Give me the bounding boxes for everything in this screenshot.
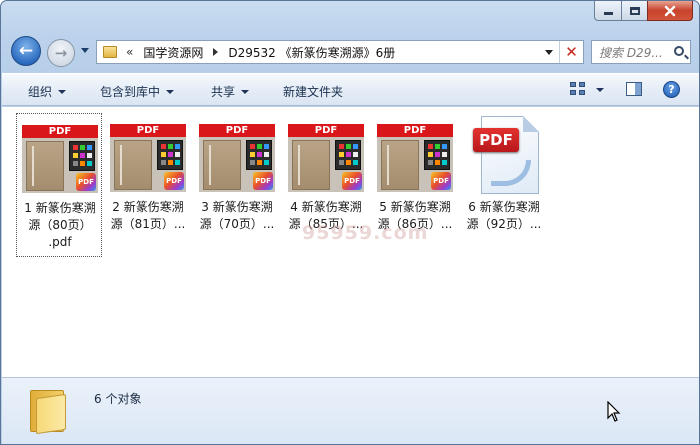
change-view-icon[interactable] [570, 82, 586, 96]
folder-icon [103, 46, 117, 58]
file-item[interactable]: PDF PDF 3 新篆伤寒溯 源（70页）... [194, 113, 280, 257]
file-name-line: 源（92页）... [466, 217, 542, 231]
pdf-thumbnail: PDF PDF [22, 125, 98, 193]
color-chart-image [424, 140, 450, 170]
command-toolbar: 组织 包含到库中 共享 新建文件夹 ? [2, 73, 699, 106]
pdf-file-icon: PDF [473, 116, 539, 196]
minimize-button[interactable] [594, 1, 621, 21]
details-pane: 6 个对象 [2, 377, 699, 444]
thumbnail-label: PDF [110, 124, 186, 137]
maximize-icon [629, 6, 640, 15]
book-cover-image [292, 140, 330, 190]
file-name-line: 源（70页）... [199, 217, 275, 231]
forward-button[interactable]: → [47, 39, 75, 67]
search-icon[interactable] [674, 46, 684, 56]
color-chart-image [335, 140, 361, 170]
address-overflow-button[interactable]: « [126, 45, 133, 59]
color-chart-image [157, 140, 183, 170]
file-item[interactable]: PDF PDF 1 新篆伤寒溯 源（80页） .pdf [16, 113, 102, 257]
color-chart-image [69, 141, 95, 171]
include-in-library-menu[interactable]: 包含到库中 [100, 83, 175, 100]
thumbnail-label: PDF [22, 125, 98, 138]
breadcrumb-segment-root[interactable]: 国学资源网 [143, 44, 203, 61]
file-item[interactable]: PDF 6 新篆伤寒溯 源（92页）... [461, 113, 547, 257]
breadcrumb-segment-current[interactable]: D29532 《新篆伤寒溯源》6册 [228, 44, 395, 61]
thumbnail-label: PDF [288, 124, 364, 137]
include-in-library-label: 包含到库中 [100, 85, 161, 99]
book-cover-image [203, 140, 241, 190]
book-cover-image [26, 141, 64, 191]
file-name-line: 5 新篆伤寒溯 [379, 200, 451, 214]
file-name-line: 源（81页）... [110, 217, 186, 231]
stop-button[interactable]: ✕ [559, 41, 583, 63]
view-options-dropdown[interactable] [596, 88, 604, 92]
pdf-badge-icon: PDF [253, 172, 273, 190]
share-menu[interactable]: 共享 [211, 83, 250, 100]
close-x-icon: ✕ [565, 43, 578, 61]
item-count: 6 个对象 [94, 392, 142, 406]
pdf-badge-icon: PDF [342, 172, 362, 190]
folder-icon [30, 386, 68, 435]
file-name: 6 新篆伤寒溯 源（92页）... [462, 199, 546, 233]
file-name-line: 6 新篆伤寒溯 [468, 200, 540, 214]
arrow-left-icon: ← [18, 41, 34, 61]
navigation-bar: ← → « 国学资源网 D29532 《新篆伤寒溯源》6册 ✕ 搜索 D29..… [1, 35, 699, 67]
pdf-thumbnail: PDF PDF [288, 124, 364, 192]
file-name-line: .pdf [48, 235, 72, 249]
share-label: 共享 [211, 85, 236, 99]
pdf-badge-icon: PDF [431, 172, 451, 190]
file-name-line: 1 新篆伤寒溯 [24, 201, 96, 215]
explorer-window: ← → « 国学资源网 D29532 《新篆伤寒溯源》6册 ✕ 搜索 D29..… [0, 0, 700, 445]
search-box[interactable]: 搜索 D29... [591, 40, 691, 64]
file-name: 2 新篆伤寒溯 源（81页）... [106, 199, 190, 233]
breadcrumb-separator-icon[interactable] [213, 48, 219, 56]
new-folder-label: 新建文件夹 [283, 85, 344, 99]
pdf-badge-icon: PDF [76, 173, 96, 191]
organize-menu[interactable]: 组织 [28, 83, 67, 100]
caption-buttons [594, 1, 693, 21]
color-chart-image [246, 140, 272, 170]
recent-pages-dropdown[interactable] [81, 48, 89, 53]
preview-pane-icon[interactable] [626, 82, 642, 96]
file-name-line: 源（80页） [28, 218, 92, 232]
file-name-line: 4 新篆伤寒溯 [290, 200, 362, 214]
pdf-thumbnail: PDF PDF [377, 124, 453, 192]
arrow-right-icon: → [54, 44, 68, 62]
thumbnail-label: PDF [199, 124, 275, 137]
file-name-line: 3 新篆伤寒溯 [201, 200, 273, 214]
address-bar[interactable]: « 国学资源网 D29532 《新篆伤寒溯源》6册 ✕ [96, 40, 584, 64]
search-placeholder[interactable]: 搜索 D29... [599, 44, 671, 61]
maximize-button[interactable] [621, 1, 647, 21]
new-folder-button[interactable]: 新建文件夹 [283, 83, 343, 100]
book-cover-image [114, 140, 152, 190]
close-icon [664, 5, 676, 16]
pdf-label: PDF [473, 128, 519, 152]
chevron-down-icon [58, 89, 67, 94]
minimize-icon [603, 12, 613, 15]
back-button[interactable]: ← [11, 36, 41, 66]
chevron-down-icon [241, 89, 250, 94]
address-dropdown-icon[interactable] [545, 50, 553, 55]
pdf-thumbnail: PDF PDF [199, 124, 275, 192]
file-item[interactable]: PDF PDF 2 新篆伤寒溯 源（81页）... [105, 113, 191, 257]
thumbnail-label: PDF [377, 124, 453, 137]
pdf-badge-icon: PDF [164, 172, 184, 190]
pdf-thumbnail: PDF PDF [110, 124, 186, 192]
close-button[interactable] [647, 1, 693, 21]
book-cover-image [381, 140, 419, 190]
file-name-line: 2 新篆伤寒溯 [112, 200, 184, 214]
chevron-down-icon [166, 89, 175, 94]
organize-label: 组织 [28, 85, 53, 99]
file-name: 1 新篆伤寒溯 源（80页） .pdf [18, 200, 102, 251]
file-name: 3 新篆伤寒溯 源（70页）... [195, 199, 279, 233]
help-icon[interactable]: ? [663, 81, 680, 98]
file-list-pane[interactable]: PDF PDF 1 新篆伤寒溯 源（80页） .pdf PDF PDF 2 新篆… [2, 107, 699, 377]
watermark-text: 95959.com [302, 222, 429, 244]
